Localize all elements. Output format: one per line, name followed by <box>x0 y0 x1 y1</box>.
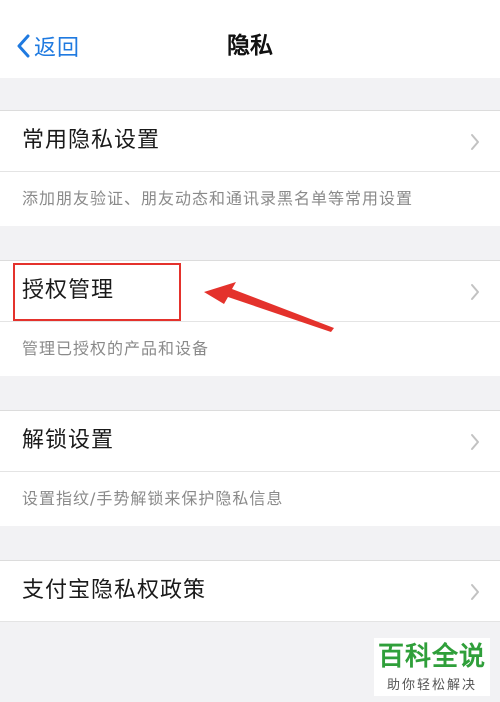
description-text: 管理已授权的产品和设备 <box>22 339 210 358</box>
row-common-privacy-settings[interactable]: 常用隐私设置 <box>0 110 500 172</box>
row-label: 常用隐私设置 <box>22 128 161 153</box>
highlight-box <box>13 263 181 321</box>
chevron-right-icon <box>471 434 479 450</box>
arrow-icon <box>204 282 334 332</box>
description-text: 添加朋友验证、朋友动态和通讯录黑名单等常用设置 <box>22 189 414 208</box>
row-unlock-settings[interactable]: 解锁设置 <box>0 410 500 472</box>
row-description: 添加朋友验证、朋友动态和通讯录黑名单等常用设置 <box>0 172 500 226</box>
chevron-right-icon <box>471 584 479 600</box>
watermark-subtitle: 助你轻松解决 <box>386 678 477 693</box>
chevron-right-icon <box>471 134 479 150</box>
row-description: 设置指纹/手势解锁来保护隐私信息 <box>0 472 500 526</box>
description-text: 设置指纹/手势解锁来保护隐私信息 <box>22 489 284 508</box>
row-label: 支付宝隐私权政策 <box>22 578 207 603</box>
navigation-bar: 返回 隐私 <box>0 0 500 78</box>
chevron-right-icon <box>471 284 479 300</box>
page-title: 隐私 <box>227 33 273 59</box>
watermark-title: 百科全说 <box>377 642 486 672</box>
row-alipay-privacy-policy[interactable]: 支付宝隐私权政策 <box>0 560 500 622</box>
row-label: 解锁设置 <box>22 428 115 453</box>
watermark-logo: 百科全说 助你轻松解决 <box>374 638 490 696</box>
